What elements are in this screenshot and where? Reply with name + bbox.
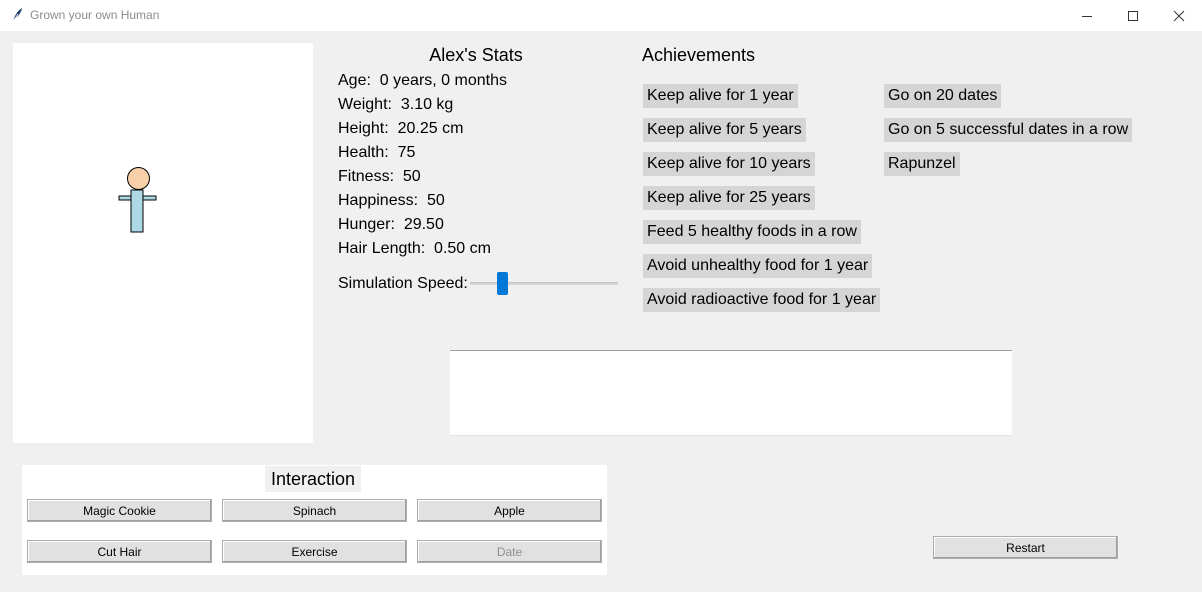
maximize-icon bbox=[1128, 10, 1138, 21]
speed-slider[interactable] bbox=[470, 282, 618, 285]
speed-label: Simulation Speed: bbox=[338, 275, 468, 292]
achievement-20-dates: Go on 20 dates bbox=[884, 84, 1002, 108]
minimize-icon bbox=[1082, 15, 1092, 17]
achievements-title: Achievements bbox=[642, 45, 756, 65]
human-body bbox=[130, 189, 144, 233]
feather-icon bbox=[9, 7, 25, 23]
achievement-healthy-foods: Feed 5 healthy foods in a row bbox=[643, 220, 861, 244]
achievement-keep-alive-5: Keep alive for 5 years bbox=[643, 118, 806, 142]
stat-health: Health: 75 bbox=[338, 144, 416, 161]
stat-age: Age: 0 years, 0 months bbox=[338, 72, 507, 89]
maximize-button[interactable] bbox=[1110, 0, 1156, 31]
message-box[interactable] bbox=[450, 350, 1012, 436]
cut-hair-button[interactable]: Cut Hair bbox=[27, 540, 212, 563]
achievement-avoid-radioactive: Avoid radioactive food for 1 year bbox=[643, 288, 881, 312]
close-icon bbox=[1173, 10, 1185, 21]
achievement-keep-alive-1: Keep alive for 1 year bbox=[643, 84, 798, 108]
close-button[interactable] bbox=[1156, 0, 1202, 31]
stats-title: Alex's Stats bbox=[429, 45, 523, 65]
stat-happiness: Happiness: 50 bbox=[338, 192, 445, 209]
speed-slider-thumb[interactable] bbox=[497, 272, 509, 295]
human-figure bbox=[118, 167, 157, 233]
stat-height: Height: 20.25 cm bbox=[338, 120, 464, 137]
stat-hunger: Hunger: 29.50 bbox=[338, 216, 444, 233]
magic-cookie-button[interactable]: Magic Cookie bbox=[27, 499, 212, 522]
apple-button[interactable]: Apple bbox=[417, 499, 602, 522]
achievement-keep-alive-10: Keep alive for 10 years bbox=[643, 152, 815, 176]
stat-weight: Weight: 3.10 kg bbox=[338, 96, 454, 113]
stat-fitness: Fitness: 50 bbox=[338, 168, 421, 185]
human-head bbox=[127, 167, 150, 190]
exercise-button[interactable]: Exercise bbox=[222, 540, 407, 563]
achievement-keep-alive-25: Keep alive for 25 years bbox=[643, 186, 815, 210]
stat-hair-length: Hair Length: 0.50 cm bbox=[338, 240, 491, 257]
human-canvas bbox=[13, 43, 313, 443]
title-bar bbox=[0, 0, 1202, 31]
achievement-successful-dates: Go on 5 successful dates in a row bbox=[884, 118, 1133, 142]
date-button[interactable]: Date bbox=[417, 540, 602, 563]
minimize-button[interactable] bbox=[1064, 0, 1110, 31]
interaction-title: Interaction bbox=[265, 466, 361, 492]
restart-button[interactable]: Restart bbox=[933, 536, 1118, 559]
window-title: Grown your own Human bbox=[30, 8, 160, 22]
achievement-rapunzel: Rapunzel bbox=[884, 152, 960, 176]
spinach-button[interactable]: Spinach bbox=[222, 499, 407, 522]
achievement-avoid-unhealthy: Avoid unhealthy food for 1 year bbox=[643, 254, 873, 278]
